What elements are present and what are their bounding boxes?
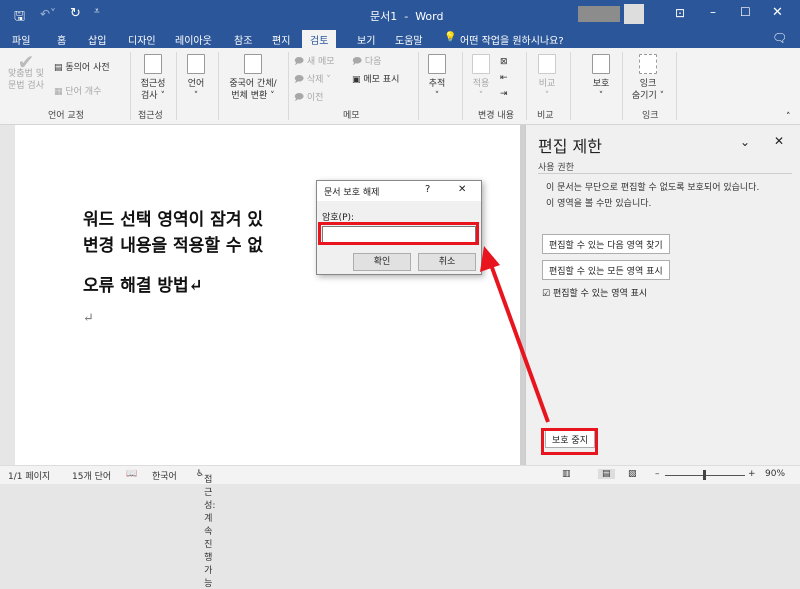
annotation-arrow	[480, 246, 550, 423]
